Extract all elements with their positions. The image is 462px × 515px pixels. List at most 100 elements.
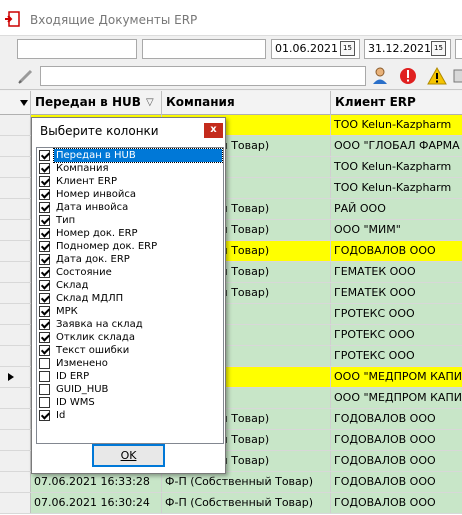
cell-client[interactable]: ООО "МЕДПРОМ КАПИ [331,388,462,408]
column-option[interactable]: ID WMS [37,396,223,409]
cell-client[interactable]: ГРОТЕКС ООО [331,304,462,324]
column-checkbox[interactable] [39,332,50,343]
row-indicator[interactable] [0,115,31,135]
pencil-icon[interactable] [16,66,36,86]
cell-client[interactable]: ГОДОВАЛОВ ООО [331,409,462,429]
cell-hub-date[interactable]: 07.06.2021 16:33:28 [31,472,162,492]
column-option[interactable]: Состояние [37,266,223,279]
row-indicator[interactable] [0,451,31,471]
column-checkbox[interactable] [39,267,50,278]
column-checkbox[interactable] [39,397,50,408]
row-indicator[interactable] [0,409,31,429]
cell-client[interactable]: ООО "ГЛОБАЛ ФАРМА [331,136,462,156]
column-option[interactable]: Компания [37,162,223,175]
column-header-client[interactable]: Клиент ERP [331,91,462,115]
close-button[interactable]: x [204,123,223,138]
table-row[interactable]: 07.06.2021 16:30:24 Ф-П (Собственный Това… [0,493,462,514]
column-option[interactable]: Изменено [37,357,223,370]
calendar-icon[interactable]: 15 [340,41,355,56]
column-checklist[interactable]: Передан в HUB Компания Клиент ERP Номер инв… [36,147,224,444]
column-header-company[interactable]: Компания [162,91,331,115]
cell-client[interactable]: ТОО Kelun-Kazpharm [331,178,462,198]
row-indicator[interactable] [0,388,31,408]
cell-client[interactable]: ООО "МИМ" [331,220,462,240]
column-checkbox[interactable] [39,293,50,304]
column-checkbox[interactable] [39,254,50,265]
column-checkbox[interactable] [39,384,50,395]
row-indicator[interactable] [0,346,31,366]
column-option[interactable]: Заявка на склад [37,318,223,331]
column-checkbox[interactable] [39,241,50,252]
filter-field-1[interactable] [17,39,137,59]
column-checkbox[interactable] [39,358,50,369]
cell-client[interactable]: ТОО Kelun-Kazpharm [331,115,462,135]
column-checkbox[interactable] [39,176,50,187]
column-option[interactable]: Текст ошибки [37,344,223,357]
column-checkbox[interactable] [39,150,50,161]
column-option[interactable]: Клиент ERP [37,175,223,188]
column-checkbox[interactable] [39,371,50,382]
column-option[interactable]: Склад [37,279,223,292]
row-indicator[interactable] [0,157,31,177]
column-checkbox[interactable] [39,410,50,421]
row-indicator[interactable] [0,262,31,282]
row-indicator[interactable] [0,325,31,345]
column-option[interactable]: Id [37,409,223,422]
cell-company[interactable]: Ф-П (Собственный Товар) [162,472,331,492]
cell-hub-date[interactable]: 07.06.2021 16:30:24 [31,493,162,513]
row-indicator[interactable] [0,220,31,240]
column-checkbox[interactable] [39,215,50,226]
column-checkbox[interactable] [39,306,50,317]
column-option[interactable]: Отклик склада [37,331,223,344]
column-checkbox[interactable] [39,202,50,213]
cell-company[interactable]: Ф-П (Собственный Товар) [162,493,331,513]
column-checkbox[interactable] [39,319,50,330]
column-option[interactable]: GUID_HUB [37,383,223,396]
cell-client[interactable]: ГОДОВАЛОВ ООО [331,472,462,492]
column-option[interactable]: Подномер док. ERP [37,240,223,253]
column-option[interactable]: Дата инвойса [37,201,223,214]
row-indicator[interactable] [0,283,31,303]
column-checkbox[interactable] [39,345,50,356]
cell-client[interactable]: РАЙ ООО [331,199,462,219]
filter-field-2[interactable] [142,39,266,59]
column-checkbox[interactable] [39,280,50,291]
column-checkbox[interactable] [39,228,50,239]
calendar-icon[interactable]: 15 [431,41,446,56]
cell-client[interactable]: ГОДОВАЛОВ ООО [331,430,462,450]
cell-client[interactable]: ГОДОВАЛОВ ООО [331,241,462,261]
cell-client[interactable]: ГОДОВАЛОВ ООО [331,451,462,471]
column-option[interactable]: Передан в HUB [37,148,223,163]
column-option[interactable]: ID ERP [37,370,223,383]
user-icon[interactable] [370,66,390,86]
row-indicator[interactable] [0,199,31,219]
cell-client[interactable]: ГРОТЕКС ООО [331,346,462,366]
column-checkbox[interactable] [39,189,50,200]
column-option[interactable]: МРК [37,305,223,318]
ok-button[interactable]: OK [92,444,165,467]
more-icon[interactable] [452,66,462,86]
row-indicator[interactable] [0,472,31,492]
column-checkbox[interactable] [39,163,50,174]
row-indicator[interactable] [0,304,31,324]
table-row[interactable]: 07.06.2021 16:33:28 Ф-П (Собственный Това… [0,472,462,493]
column-option[interactable]: Дата док. ERP [37,253,223,266]
search-input[interactable] [40,66,366,86]
cell-client[interactable]: ГОДОВАЛОВ ООО [331,493,462,513]
column-header-hub[interactable]: Передан в HUB ▽ [31,91,162,115]
column-option[interactable]: Тип [37,214,223,227]
column-option[interactable]: Номер инвойса [37,188,223,201]
sort-menu-icon[interactable] [20,99,28,107]
cell-client[interactable]: ГЕМАТЕК ООО [331,283,462,303]
row-indicator[interactable] [0,241,31,261]
row-indicator[interactable] [0,136,31,156]
row-indicator[interactable] [0,178,31,198]
row-indicator[interactable] [0,493,31,513]
error-icon[interactable] [398,66,418,86]
cell-client[interactable]: ГЕМАТЕК ООО [331,262,462,282]
row-indicator[interactable] [0,367,31,387]
filter-field-3[interactable] [455,39,462,59]
row-indicator[interactable] [0,430,31,450]
cell-client[interactable]: ТОО Kelun-Kazpharm [331,157,462,177]
cell-client[interactable]: ООО "МЕДПРОМ КАПИ [331,367,462,387]
